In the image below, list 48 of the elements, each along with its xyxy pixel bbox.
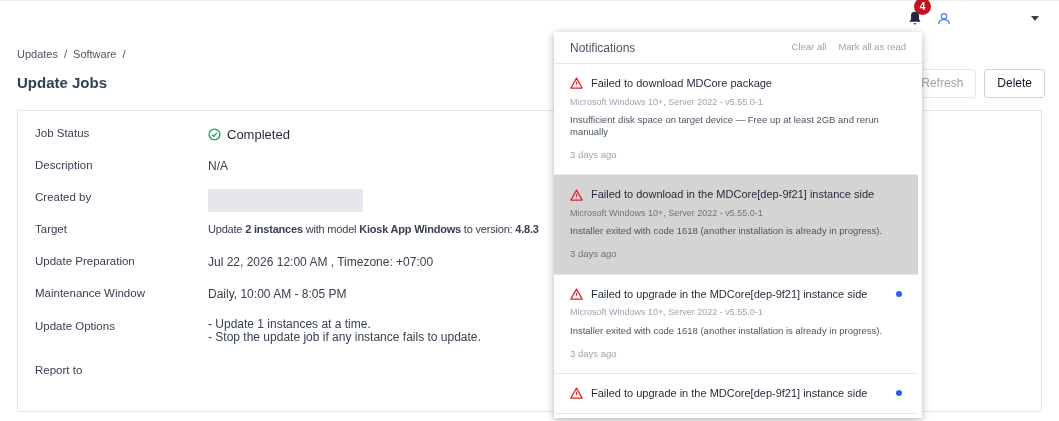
notification-item[interactable]: Failed to download MDCore package Microsoft Windows 10+, Server 2022 - v5.55.0-1 Insufficient disk space on target device — Free up at least 2GB and rerun manually 3 days ago (554, 64, 918, 176)
notification-title: Failed to upgrade in the MDCore[dep-9f21] instance side (591, 385, 869, 401)
notification-message: Insufficient disk space on target device — Free up at least 2GB and rerun manually (570, 114, 880, 138)
notification-title: Failed to upgrade in the MDCore[dep-9f21] instance side (591, 286, 869, 302)
bell-icon[interactable] (907, 10, 923, 27)
notification-time: 3 days ago (570, 346, 618, 361)
detail-label: Target (35, 221, 68, 237)
notification-title: Failed to download in the MDCore[dep-9f21] instance side (591, 187, 876, 203)
notification-message: Installer exited with code 1618 (another installation is already in progress). (570, 324, 884, 337)
warning-icon (570, 287, 583, 300)
detail-label: Description (35, 157, 94, 173)
warning-icon (570, 387, 583, 399)
warning-icon (570, 77, 583, 90)
notification-item[interactable]: Failed to download in the MDCore[dep-9f21] instance side Microsoft Windows 10+, Server 2022 - v5.55.0-1 Installer exited with code 1618 (another installation is already in progress). 3 days ago (554, 175, 918, 275)
notification-source: Microsoft Windows 10+, Server 2022 - v5.55.0-1 (570, 206, 764, 220)
option-line: - Update 1 instances at a time. (208, 317, 372, 331)
detail-value: Update 2 instances with model Kiosk App Windows to version: 4.8.3 (208, 221, 539, 237)
user-icon[interactable] (937, 11, 951, 26)
detail-label: Created by (35, 189, 93, 205)
page-title: Update Jobs (17, 72, 107, 93)
notification-item[interactable]: Failed to upgrade in the MDCore[dep-9f21] instance side Microsoft Windows 10+, Server 2022 - v5.55.0-1 Installer exited with code 1618 (another installation is already in progress). 3 days ago (554, 274, 918, 374)
breadcrumb-link[interactable]: Software (73, 46, 117, 63)
status-text: Completed (227, 125, 290, 144)
detail-label: Report to (35, 362, 84, 378)
option-line: - Stop the update job if any instance fails to update. (208, 330, 481, 344)
notification-source: Microsoft Windows 10+, Server 2022 - v5.55.0-1 (570, 95, 764, 109)
notification-item[interactable]: Failed to upgrade in the MDCore[dep-9f21] instance side (554, 373, 918, 415)
breadcrumb-separator: / (64, 47, 68, 62)
caret-icon[interactable] (1031, 16, 1039, 21)
detail-value: Daily, 10:00 AM - 8:05 PM (208, 285, 347, 303)
detail-label: Maintenance Window (35, 285, 146, 301)
notification-source: Microsoft Windows 10+, Server 2022 - v5.55.0-1 (570, 306, 764, 319)
notification-message: Installer exited with code 1618 (another installation is already in progress). (570, 225, 884, 238)
notification-time: 3 days ago (570, 148, 618, 162)
notification-title: Failed to download MDCore package (591, 76, 773, 91)
notification-badge: 4 (914, 0, 931, 15)
action-button[interactable]: Delete (984, 68, 1045, 98)
breadcrumb-link[interactable]: Updates (17, 46, 58, 63)
check-circle-icon (208, 127, 221, 141)
warning-icon (570, 188, 583, 201)
detail-label: Update Preparation (35, 253, 136, 269)
panel-title: Notifications (570, 39, 636, 57)
breadcrumb-separator: / (122, 47, 126, 62)
notification-time: 3 days ago (570, 247, 618, 262)
detail-label: Job Status (35, 125, 91, 141)
detail-label: Update Options (35, 318, 116, 334)
detail-value: N/A (208, 157, 228, 175)
detail-value: Jul 22, 2026 12:00 AM , Timezone: +07:00 (208, 253, 434, 271)
